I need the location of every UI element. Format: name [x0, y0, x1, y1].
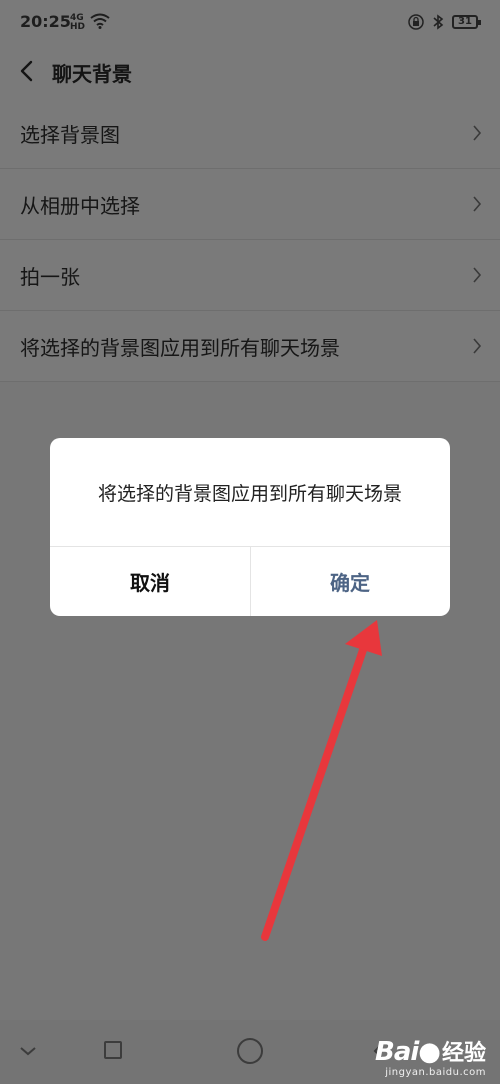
back-arrow-icon[interactable]	[16, 59, 40, 83]
watermark-logo: Bai	[375, 1037, 419, 1067]
chevron-right-icon	[473, 267, 482, 283]
signal-indicator: 4G HD	[70, 14, 85, 32]
baidu-jingyan-watermark: Bai●经验 jingyan.baidu.com	[375, 1035, 486, 1078]
wifi-icon	[90, 13, 110, 29]
list-item-take-photo[interactable]: 拍一张	[0, 240, 500, 311]
confirm-dialog: 将选择的背景图应用到所有聊天场景 取消 确定	[50, 438, 450, 616]
dialog-message: 将选择的背景图应用到所有聊天场景	[97, 482, 402, 505]
list-item-from-album[interactable]: 从相册中选择	[0, 169, 500, 240]
list-item-label: 从相册中选择	[20, 193, 140, 218]
signal-sublabel: HD	[70, 22, 86, 32]
nav-recent-apps-icon[interactable]	[104, 1041, 122, 1059]
confirm-button[interactable]: 确定	[250, 547, 450, 616]
status-bar: 20:25 4G HD 31	[0, 0, 500, 48]
bluetooth-icon	[433, 14, 444, 30]
battery-level: 31	[458, 16, 472, 27]
chevron-right-icon	[473, 125, 482, 141]
battery-icon: 31	[452, 15, 481, 29]
lock-rotation-icon	[408, 14, 424, 30]
list-item-select-background[interactable]: 选择背景图	[0, 98, 500, 169]
status-time: 20:25	[20, 12, 71, 31]
settings-list: 选择背景图 从相册中选择 拍一张 将选择的背景图应用到所有聊天场景	[0, 98, 500, 382]
chevron-right-icon	[473, 338, 482, 354]
app-header: 聊天背景	[0, 48, 500, 99]
list-item-apply-all-chats[interactable]: 将选择的背景图应用到所有聊天场景	[0, 311, 500, 382]
watermark-url: jingyan.baidu.com	[385, 1067, 486, 1078]
list-item-label: 选择背景图	[20, 122, 120, 147]
chevron-right-icon	[473, 196, 482, 212]
list-item-label: 将选择的背景图应用到所有聊天场景	[20, 335, 340, 360]
watermark-logo-suffix: 经验	[441, 1041, 486, 1066]
cancel-button[interactable]: 取消	[50, 547, 250, 616]
nav-home-icon[interactable]	[237, 1038, 263, 1064]
system-nav-bar: Bai●经验 jingyan.baidu.com	[0, 1020, 500, 1084]
page-title: 聊天背景	[52, 62, 132, 86]
list-item-label: 拍一张	[20, 264, 80, 289]
nav-down-chevron-icon[interactable]	[18, 1044, 38, 1058]
paw-icon: ●	[418, 1037, 441, 1067]
status-right-group: 31	[408, 14, 481, 30]
